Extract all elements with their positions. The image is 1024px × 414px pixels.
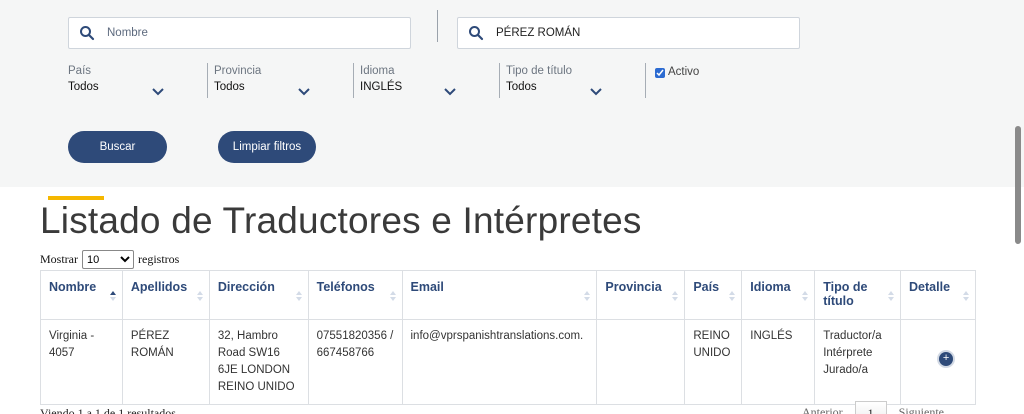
sort-icon xyxy=(196,291,203,301)
filter-tipo-titulo-label: Tipo de título xyxy=(506,65,573,77)
filter-divider xyxy=(645,63,646,98)
page-title: Listado de Traductores e Intérpretes xyxy=(40,200,642,241)
sort-icon xyxy=(963,291,969,301)
sort-icon xyxy=(729,291,736,301)
filter-idioma-label: Idioma xyxy=(360,65,395,77)
col-header-direccion[interactable]: Dirección xyxy=(208,270,309,320)
cell-provincia xyxy=(596,319,686,405)
search-button[interactable]: Buscar xyxy=(68,131,167,163)
filter-pais-label: País xyxy=(68,65,92,77)
col-header-pais[interactable]: País xyxy=(684,270,743,320)
search-divider xyxy=(437,10,438,42)
cell-apellidos: PÉREZ ROMÁN xyxy=(121,319,210,405)
show-entries-suffix: registros xyxy=(138,252,180,266)
col-header-label: Teléfonos xyxy=(316,280,375,294)
col-header-email[interactable]: Email xyxy=(401,270,598,320)
name-search-input[interactable]: Nombre xyxy=(68,17,411,49)
filter-divider xyxy=(353,63,354,98)
cell-telefonos: 07551820356 / 667458766 xyxy=(307,319,403,405)
col-header-label: Idioma xyxy=(750,280,791,294)
pagination-page-current[interactable]: 1 xyxy=(854,401,887,414)
entries-per-page-select[interactable]: 10 xyxy=(82,250,134,269)
col-header-label: Email xyxy=(410,280,444,294)
table-header-row: Nombre Apellidos Dirección Teléfonos Ema… xyxy=(40,270,976,320)
col-header-label: País xyxy=(693,280,720,294)
col-header-telefonos[interactable]: Teléfonos xyxy=(307,270,403,320)
surname-search-value: PÉREZ ROMÁN xyxy=(496,27,581,39)
chevron-down-icon xyxy=(444,88,456,96)
check-icon xyxy=(656,69,664,77)
search-icon xyxy=(469,26,484,41)
col-header-detalle[interactable]: Detalle xyxy=(900,270,976,320)
chevron-down-icon xyxy=(152,88,164,96)
filter-panel: Nombre PÉREZ ROMÁN País Todos Provincia … xyxy=(0,0,1024,187)
filter-tipo-titulo[interactable]: Tipo de título Todos xyxy=(506,65,606,96)
active-checkbox-label: Activo xyxy=(668,66,700,78)
sort-asc-icon xyxy=(109,291,116,301)
col-header-label: Dirección xyxy=(217,280,275,294)
filter-idioma[interactable]: Idioma INGLÉS xyxy=(360,65,460,96)
sort-icon xyxy=(672,291,679,301)
detail-expand-button[interactable]: + xyxy=(939,352,954,366)
sort-icon xyxy=(802,291,809,301)
filter-provincia-label: Provincia xyxy=(214,65,262,77)
search-icon xyxy=(80,26,95,41)
chevron-down-icon xyxy=(298,88,310,96)
sort-icon xyxy=(888,291,895,301)
col-header-apellidos[interactable]: Apellidos xyxy=(121,270,210,320)
surname-search-input[interactable]: PÉREZ ROMÁN xyxy=(457,17,800,49)
cell-pais: REINO UNIDO xyxy=(684,319,743,405)
col-header-label: Tipo de título xyxy=(823,280,868,308)
cell-detalle: + xyxy=(900,319,976,405)
sort-icon xyxy=(584,291,591,301)
col-header-label: Apellidos xyxy=(130,280,188,294)
cell-direccion: 32, Hambro Road SW16 6JE LONDON REINO UN… xyxy=(208,319,309,405)
col-header-label: Provincia xyxy=(605,280,662,294)
active-checkbox[interactable] xyxy=(655,68,665,78)
chevron-down-icon xyxy=(590,88,602,96)
cell-email: info@vprspanishtranslations.com. xyxy=(401,319,598,405)
col-header-idioma[interactable]: Idioma xyxy=(741,270,816,320)
sort-icon xyxy=(389,291,396,301)
results-table: Nombre Apellidos Dirección Teléfonos Ema… xyxy=(40,270,976,405)
col-header-nombre[interactable]: Nombre xyxy=(40,270,123,320)
cell-tipo-titulo: Traductor/a Intérprete Jurado/a xyxy=(814,319,902,405)
page-scrollbar[interactable] xyxy=(1015,126,1021,244)
pagination-previous[interactable]: Anterior xyxy=(802,405,843,414)
results-info: Viendo 1 a 1 de 1 resultados xyxy=(40,406,176,414)
clear-filters-button[interactable]: Limpiar filtros xyxy=(218,131,316,163)
filter-provincia[interactable]: Provincia Todos xyxy=(214,65,314,96)
col-header-tipo-titulo[interactable]: Tipo de título xyxy=(814,270,902,320)
show-entries: Mostrar 10 registros xyxy=(40,250,179,269)
pagination-next[interactable]: Siguiente xyxy=(899,405,944,414)
table-row: Virginia - 4057 PÉREZ ROMÁN 32, Hambro R… xyxy=(40,319,976,405)
col-header-label: Nombre xyxy=(49,280,97,294)
col-header-provincia[interactable]: Provincia xyxy=(596,270,686,320)
cell-nombre: Virginia - 4057 xyxy=(40,319,123,405)
filter-divider xyxy=(499,63,500,98)
filter-pais[interactable]: País Todos xyxy=(68,65,168,96)
sort-icon xyxy=(295,291,302,301)
name-search-placeholder: Nombre xyxy=(107,27,148,39)
filter-divider xyxy=(207,63,208,98)
col-header-label: Detalle xyxy=(909,280,951,294)
show-entries-prefix: Mostrar xyxy=(40,252,78,266)
pagination: Anterior 1 Siguiente xyxy=(802,401,944,414)
cell-idioma: INGLÉS xyxy=(741,319,816,405)
